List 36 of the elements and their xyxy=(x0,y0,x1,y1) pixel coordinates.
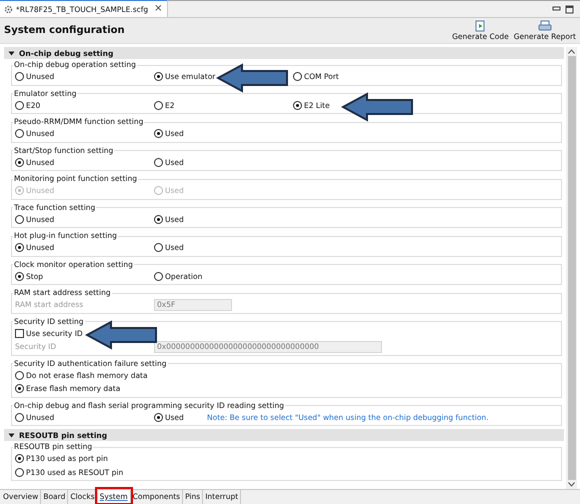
radio-button[interactable] xyxy=(154,272,163,281)
scroll-down-icon xyxy=(568,482,575,487)
radio-button[interactable] xyxy=(154,100,163,110)
expanded-triangle-icon xyxy=(8,432,15,438)
radio-button[interactable] xyxy=(154,243,163,252)
radio-button[interactable] xyxy=(15,214,24,224)
radio-button[interactable] xyxy=(154,158,163,167)
scrollbar[interactable] xyxy=(566,47,577,489)
gear-icon xyxy=(4,4,13,14)
radio-button[interactable] xyxy=(15,72,24,82)
radio-button[interactable] xyxy=(154,129,163,138)
radio-button[interactable] xyxy=(15,272,24,281)
expanded-triangle-icon xyxy=(8,50,15,56)
radio-button[interactable] xyxy=(154,412,163,422)
radio-button[interactable] xyxy=(15,158,24,167)
highlight-frame xyxy=(94,487,133,504)
page-title: System configuration xyxy=(4,25,125,36)
scroll-up-icon xyxy=(568,49,575,54)
radio-button[interactable] xyxy=(15,468,24,477)
radio-button[interactable] xyxy=(15,384,24,394)
close-button[interactable]: × xyxy=(154,4,163,14)
radio-button[interactable] xyxy=(15,454,24,464)
radio-button[interactable] xyxy=(15,243,24,252)
radio-button[interactable] xyxy=(293,100,302,110)
maximize-icon xyxy=(565,4,574,14)
radio-button[interactable] xyxy=(293,72,302,82)
radio-button[interactable] xyxy=(154,214,163,224)
checkbox[interactable] xyxy=(15,328,24,338)
radio-button[interactable] xyxy=(154,72,163,82)
radio-button[interactable] xyxy=(15,129,24,138)
document-play-icon xyxy=(474,20,486,32)
radio-button[interactable] xyxy=(15,412,24,422)
printer-icon xyxy=(538,20,552,32)
radio-button[interactable] xyxy=(15,100,24,110)
radio-button[interactable] xyxy=(15,370,24,380)
minimize-icon xyxy=(552,4,561,12)
